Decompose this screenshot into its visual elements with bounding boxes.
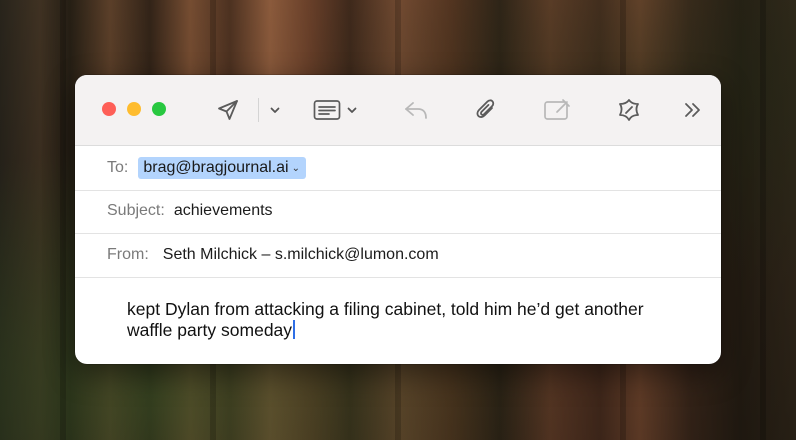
to-label: To: xyxy=(107,159,129,176)
send-icon xyxy=(218,100,238,120)
from-field-row[interactable]: From: Seth Milchick – s.milchick@lumon.c… xyxy=(75,233,721,278)
reply-icon xyxy=(405,102,427,119)
minimize-window-button[interactable] xyxy=(127,102,141,116)
close-window-button[interactable] xyxy=(102,102,116,116)
to-field-row: To: brag@bragjournal.ai ⌄ xyxy=(75,146,721,191)
chevron-down-icon xyxy=(347,107,356,113)
send-button[interactable] xyxy=(213,95,243,125)
recipient-token[interactable]: brag@bragjournal.ai ⌄ xyxy=(138,157,306,179)
recipient-address: brag@bragjournal.ai xyxy=(143,159,289,176)
message-body[interactable]: kept Dylan from attacking a filing cabin… xyxy=(127,299,691,341)
toolbar-overflow-button[interactable] xyxy=(679,95,707,125)
zoom-window-button[interactable] xyxy=(152,102,166,116)
writing-tools-icon xyxy=(619,99,639,121)
subject-field-row[interactable]: Subject: achievements xyxy=(75,189,721,234)
compose-window: To: brag@bragjournal.ai ⌄ Subject: achie… xyxy=(75,75,721,364)
reply-button[interactable] xyxy=(401,95,431,125)
attach-button[interactable] xyxy=(471,95,501,125)
subject-input[interactable]: achievements xyxy=(174,202,273,220)
header-fields-button[interactable] xyxy=(311,95,359,125)
toolbar xyxy=(75,75,721,146)
paperclip-icon xyxy=(476,99,495,118)
message-body-text: kept Dylan from attacking a filing cabin… xyxy=(127,299,644,340)
from-label: From: xyxy=(107,246,149,263)
send-options-button[interactable] xyxy=(265,95,285,125)
double-chevron-right-icon xyxy=(685,103,700,117)
toolbar-separator xyxy=(258,98,259,122)
from-account-select[interactable]: Seth Milchick – s.milchick@lumon.com xyxy=(163,246,439,264)
subject-label: Subject: xyxy=(107,202,165,219)
photo-browser-icon xyxy=(544,99,570,120)
header-fields-icon xyxy=(313,100,340,120)
writing-tools-button[interactable] xyxy=(613,95,645,125)
text-cursor xyxy=(293,320,296,339)
photo-browser-button[interactable] xyxy=(541,95,573,125)
chevron-down-icon xyxy=(270,107,280,113)
chevron-down-icon[interactable]: ⌄ xyxy=(292,163,300,174)
